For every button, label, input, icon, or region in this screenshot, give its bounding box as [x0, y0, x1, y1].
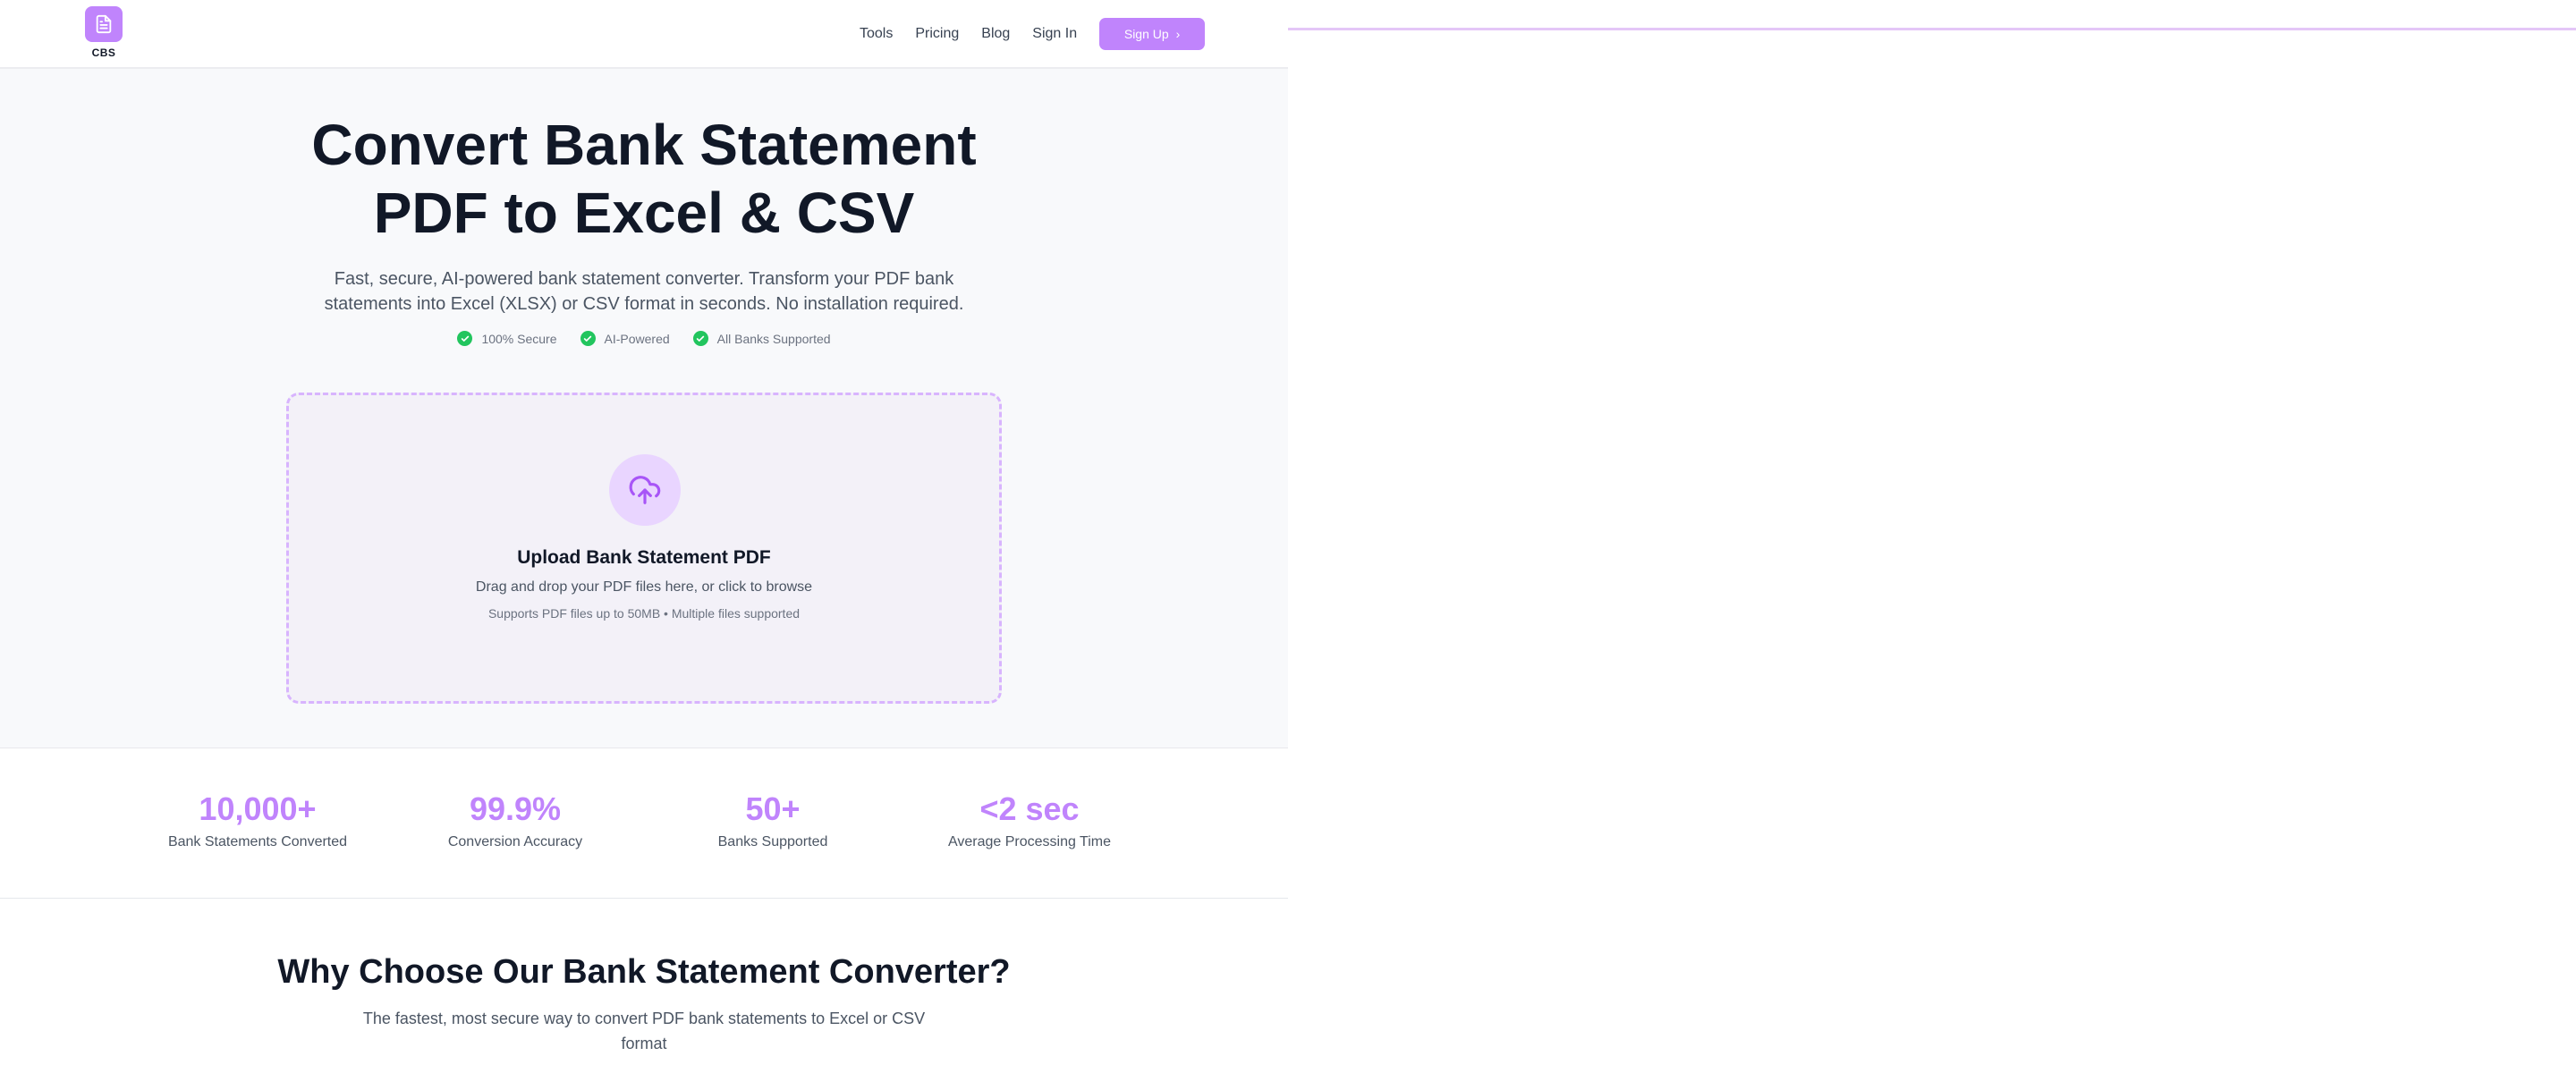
- sign-up-button[interactable]: Sign Up ›: [1099, 18, 1206, 50]
- check-circle-icon: [457, 331, 473, 346]
- main-nav: Tools Pricing Blog Sign In Sign Up ›: [860, 18, 1206, 50]
- hero-title-line-2: PDF to Excel & CSV: [373, 181, 915, 245]
- badge-ai-powered: AI-Powered: [580, 331, 670, 346]
- hero-subtitle: Fast, secure, AI-powered bank statement …: [324, 269, 964, 314]
- stat-label: Conversion Accuracy: [447, 834, 583, 849]
- logo-text: CBS: [91, 46, 116, 59]
- hero-title-line-1: Convert Bank Statement: [311, 113, 977, 177]
- page: CBS Tools Pricing Blog Sign In Sign Up ›…: [0, 0, 1288, 1073]
- stat-value: 50+: [745, 790, 801, 827]
- badge-label: All Banks Supported: [716, 331, 831, 346]
- stat-label: Average Processing Time: [947, 834, 1111, 849]
- chevron-right-icon: ›: [1175, 27, 1181, 41]
- stat-item: 50+ Banks Supported: [657, 790, 889, 850]
- stat-item: 99.9% Conversion Accuracy: [399, 790, 631, 850]
- upload-title: Upload Bank Statement PDF: [517, 547, 771, 568]
- upload-note: Supports PDF files up to 50MB • Multiple…: [487, 606, 801, 621]
- hero-title: Convert Bank Statement PDF to Excel & CS…: [0, 111, 1288, 247]
- stat-value: 99.9%: [469, 790, 562, 827]
- why-subtitle: The fastest, most secure way to convert …: [362, 1010, 926, 1052]
- divider-line: [1288, 28, 2576, 30]
- nav-link-tools[interactable]: Tools: [860, 18, 893, 50]
- nav-link-pricing[interactable]: Pricing: [915, 18, 959, 50]
- why-title: Why Choose Our Bank Statement Converter?: [277, 953, 1011, 991]
- badge-label: AI-Powered: [604, 331, 670, 346]
- stat-value: <2 sec: [979, 790, 1080, 827]
- stat-value: 10,000+: [199, 790, 317, 827]
- check-circle-icon: [580, 331, 596, 346]
- upload-dropzone[interactable]: Upload Bank Statement PDF Drag and drop …: [286, 393, 1002, 704]
- badge-secure: 100% Secure: [457, 331, 557, 346]
- site-header: CBS Tools Pricing Blog Sign In Sign Up ›: [0, 0, 1288, 69]
- feature-badges: 100% Secure AI-Powered All Banks Support…: [0, 331, 1288, 346]
- cloud-upload-icon: [609, 454, 681, 526]
- stat-label: Bank Statements Converted: [167, 834, 348, 849]
- hero-section: Convert Bank Statement PDF to Excel & CS…: [0, 69, 1288, 748]
- nav-link-sign-in[interactable]: Sign In: [1032, 18, 1077, 50]
- stat-item: 10,000+ Bank Statements Converted: [141, 790, 374, 850]
- logo[interactable]: CBS: [85, 6, 123, 59]
- sign-up-label: Sign Up: [1123, 27, 1169, 41]
- stat-item: <2 sec Average Processing Time: [913, 790, 1146, 850]
- stats-section: 10,000+ Bank Statements Converted 99.9% …: [0, 748, 1288, 899]
- check-circle-icon: [692, 331, 708, 346]
- upload-description: Drag and drop your PDF files here, or cl…: [475, 579, 813, 595]
- badge-all-banks: All Banks Supported: [692, 331, 831, 346]
- stat-label: Banks Supported: [717, 834, 828, 849]
- document-icon: [85, 6, 123, 42]
- nav-link-blog[interactable]: Blog: [981, 18, 1010, 50]
- badge-label: 100% Secure: [481, 331, 557, 346]
- blank-area: [1288, 0, 2576, 1073]
- why-section: Why Choose Our Bank Statement Converter?…: [0, 899, 1288, 1073]
